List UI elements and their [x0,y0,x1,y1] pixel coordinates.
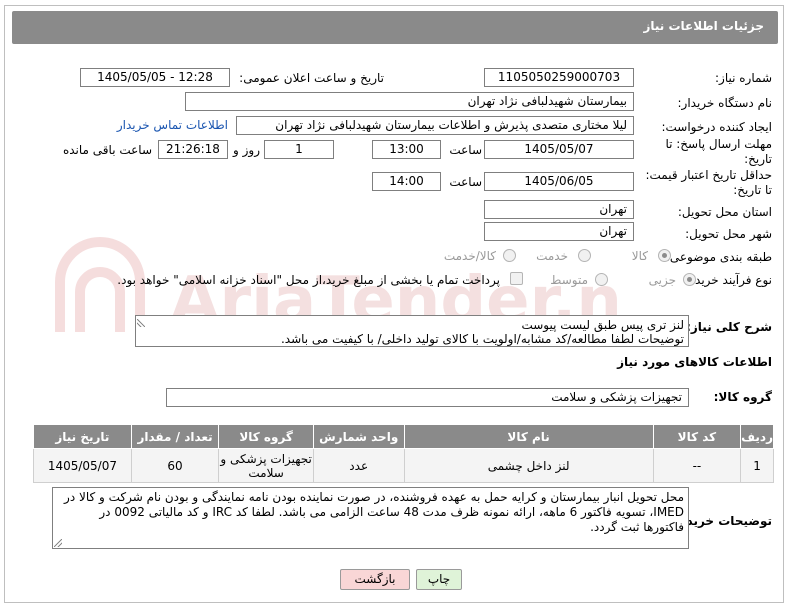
delivery-city-label: شهر محل تحویل: [685,227,772,241]
reply-deadline-label-2: تاریخ: [744,152,772,166]
price-validity-label-1: حداقل تاریخ اعتبار قیمت: [645,168,772,182]
cell-row: 1 [740,448,774,483]
description-textarea[interactable]: لنز تری پیس طبق لیست پیوست توضیحات لطفا … [135,315,689,347]
remaining-days-field: 1 [264,140,334,159]
process-radio-medium[interactable] [595,273,608,286]
announce-datetime-label: تاریخ و ساعت اعلان عمومی: [239,71,384,85]
delivery-province-field: تهران [484,200,634,219]
cell-name: لنز داخل چشمی [403,448,654,483]
price-validity-time-label: ساعت [449,175,482,189]
items-table-header: ردیف کد کالا نام کالا واحد شمارش گروه کا… [33,424,774,449]
col-code: کد کالا [652,424,742,449]
cell-unit: عدد [312,448,405,483]
need-number-label: شماره نیاز: [715,71,772,85]
cell-code: -- [652,448,742,483]
col-qty: تعداد / مقدار [130,424,220,449]
buyer-notes-resize-handle[interactable] [54,539,62,547]
process-option-minor: جزیی [648,273,676,287]
page-header: جزئیات اطلاعات نیاز [12,11,778,44]
category-radio-goods-service[interactable] [503,249,516,262]
need-number-field: 1105050259000703 [484,68,634,87]
buyer-org-label: نام دستگاه خریدار: [677,96,773,110]
category-label: طبقه بندی موضوعی: [665,250,772,264]
requester-label: ایجاد کننده درخواست: [661,120,772,134]
goods-info-title: اطلاعات کالاهای مورد نیاز [617,355,772,369]
remaining-time-label: ساعت باقی مانده [62,143,152,157]
reply-deadline-time: 13:00 [372,140,441,159]
col-date: تاریخ نیاز [33,424,132,449]
delivery-province-label: استان محل تحویل: [677,205,772,219]
description-line-1: لنز تری پیس طبق لیست پیوست [521,318,684,332]
remaining-time-field: 21:26:18 [158,140,228,159]
items-table: ردیف کد کالا نام کالا واحد شمارش گروه کا… [33,424,774,483]
cell-date: 1405/05/07 [33,448,132,483]
treasury-payment-note: پرداخت تمام یا بخشی از مبلغ خرید،از محل … [117,273,500,287]
col-row: ردیف [740,424,774,449]
col-unit: واحد شمارش [312,424,405,449]
col-group: گروه کالا [218,424,314,449]
process-option-medium: متوسط [550,273,588,287]
process-radio-minor[interactable] [683,273,696,286]
description-line-2: توضیحات لطفا مطالعه/کد مشابه/اولویت با ک… [280,332,684,346]
delivery-city-field: تهران [484,222,634,241]
reply-deadline-date: 1405/05/07 [484,140,634,159]
price-validity-label-2: تا تاریخ: [733,183,772,197]
reply-deadline-time-label: ساعت [449,143,482,157]
reply-deadline-label-1: مهلت ارسال پاسخ: تا [665,137,772,151]
page-title: جزئیات اطلاعات نیاز [643,19,764,33]
buyer-notes-text: محل تحویل انبار بیمارستان و کرایه حمل به… [64,490,684,534]
col-name: نام کالا [403,424,654,449]
table-row: 1 -- لنز داخل چشمی عدد تجهیزات پزشکی و س… [33,448,774,483]
price-validity-time: 14:00 [372,172,441,191]
buyer-contact-link[interactable]: اطلاعات تماس خریدار [117,118,228,132]
requester-field: لیلا مختاری متصدی پذیرش و اطلاعات بیمارس… [236,116,634,135]
category-radio-goods[interactable] [658,249,671,262]
back-button[interactable]: بازگشت [340,569,410,590]
print-button[interactable]: چاپ [416,569,462,590]
category-option-goods: کالا [631,249,648,263]
category-option-service: خدمت [536,249,568,263]
buyer-notes-textarea[interactable]: محل تحویل انبار بیمارستان و کرایه حمل به… [52,487,689,549]
treasury-payment-checkbox[interactable] [510,272,523,285]
process-type-label: نوع فرآیند خرید : [687,273,772,287]
goods-group-label: گروه کالا: [713,390,772,404]
description-resize-handle[interactable] [137,319,145,327]
cell-group: تجهیزات پزشکی و سلامت [218,448,314,483]
cell-qty: 60 [130,448,220,483]
announce-datetime-field: 1405/05/05 - 12:28 [80,68,230,87]
price-validity-date: 1405/06/05 [484,172,634,191]
buyer-org-field: بیمارستان شهیدلبافی نژاد تهران [185,92,634,111]
category-option-goods-service: کالا/خدمت [443,249,496,263]
goods-group-field: تجهیزات پزشکی و سلامت [166,388,689,407]
description-label: شرح کلی نیاز: [686,320,772,334]
category-radio-service[interactable] [578,249,591,262]
days-label: روز و [233,143,260,157]
